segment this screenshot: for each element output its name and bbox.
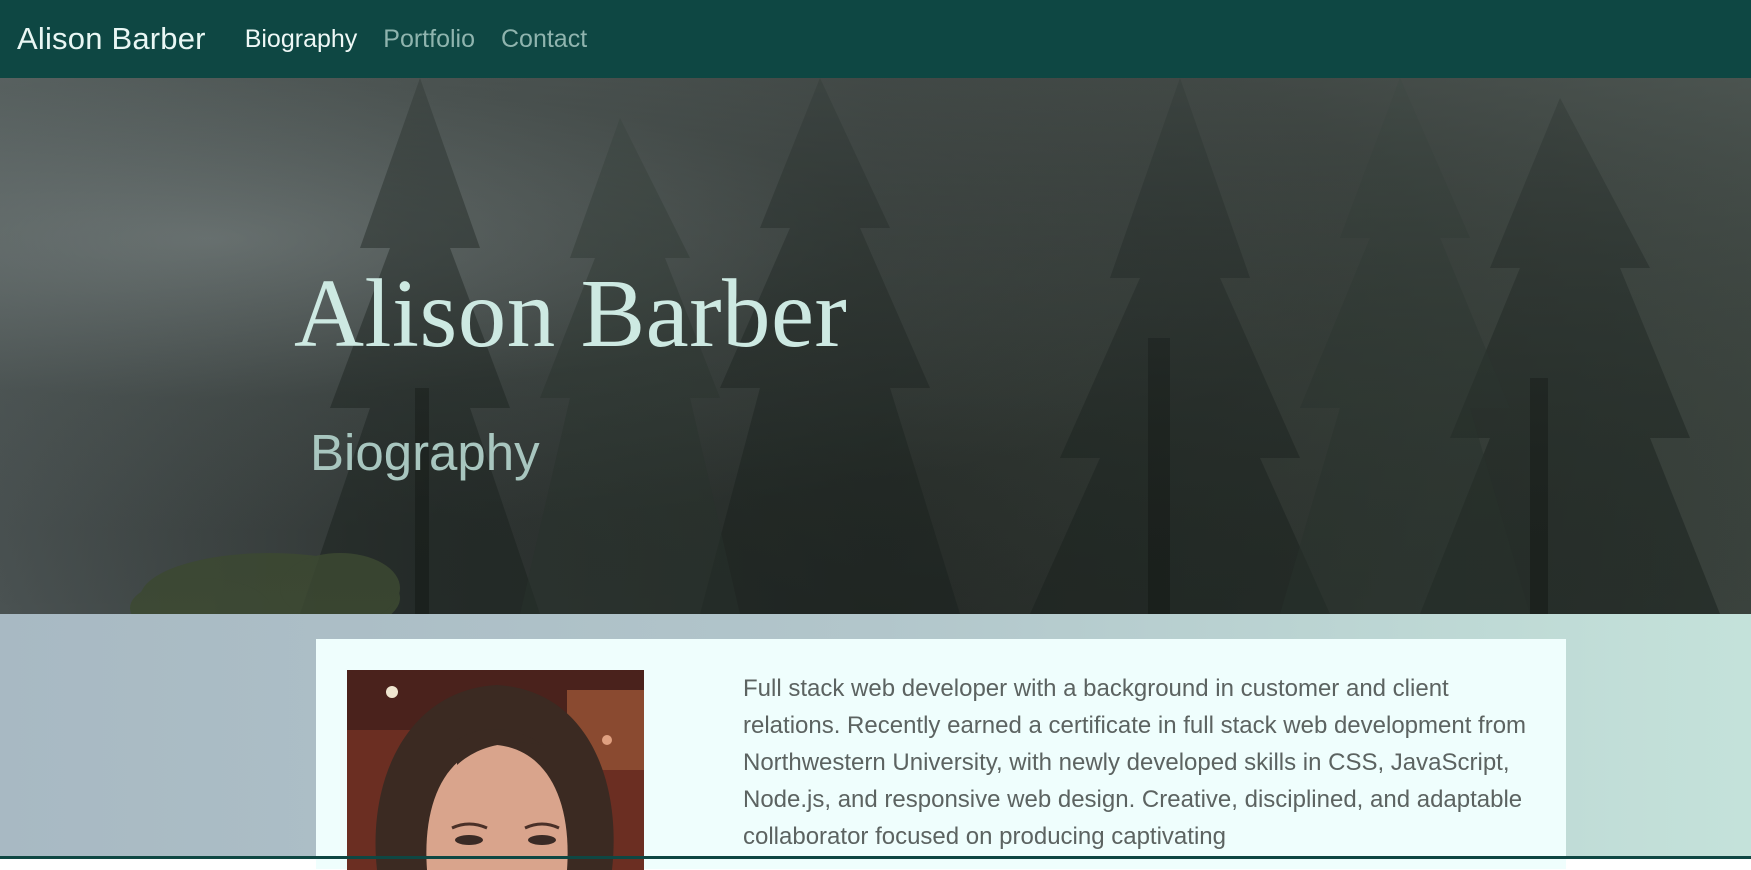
nav-link-portfolio[interactable]: Portfolio [383, 25, 475, 54]
hero-banner: Alison Barber Biography [0, 78, 1751, 614]
nav-link-contact[interactable]: Contact [501, 25, 587, 54]
profile-photo [347, 670, 644, 870]
forest-background-image [0, 78, 1751, 614]
top-navbar: Alison Barber Biography Portfolio Contac… [0, 0, 1751, 78]
nav-links: Biography Portfolio Contact [245, 25, 613, 54]
hero-subtitle: Biography [310, 424, 540, 481]
brand-link[interactable]: Alison Barber [17, 21, 206, 57]
bio-card: Full stack web developer with a backgrou… [316, 639, 1566, 870]
bio-text: Full stack web developer with a backgrou… [743, 675, 1527, 850]
hero-title: Alison Barber [294, 260, 848, 367]
nav-link-biography[interactable]: Biography [245, 25, 358, 54]
biography-section: Full stack web developer with a backgrou… [0, 614, 1751, 870]
portrait-image [347, 670, 644, 870]
